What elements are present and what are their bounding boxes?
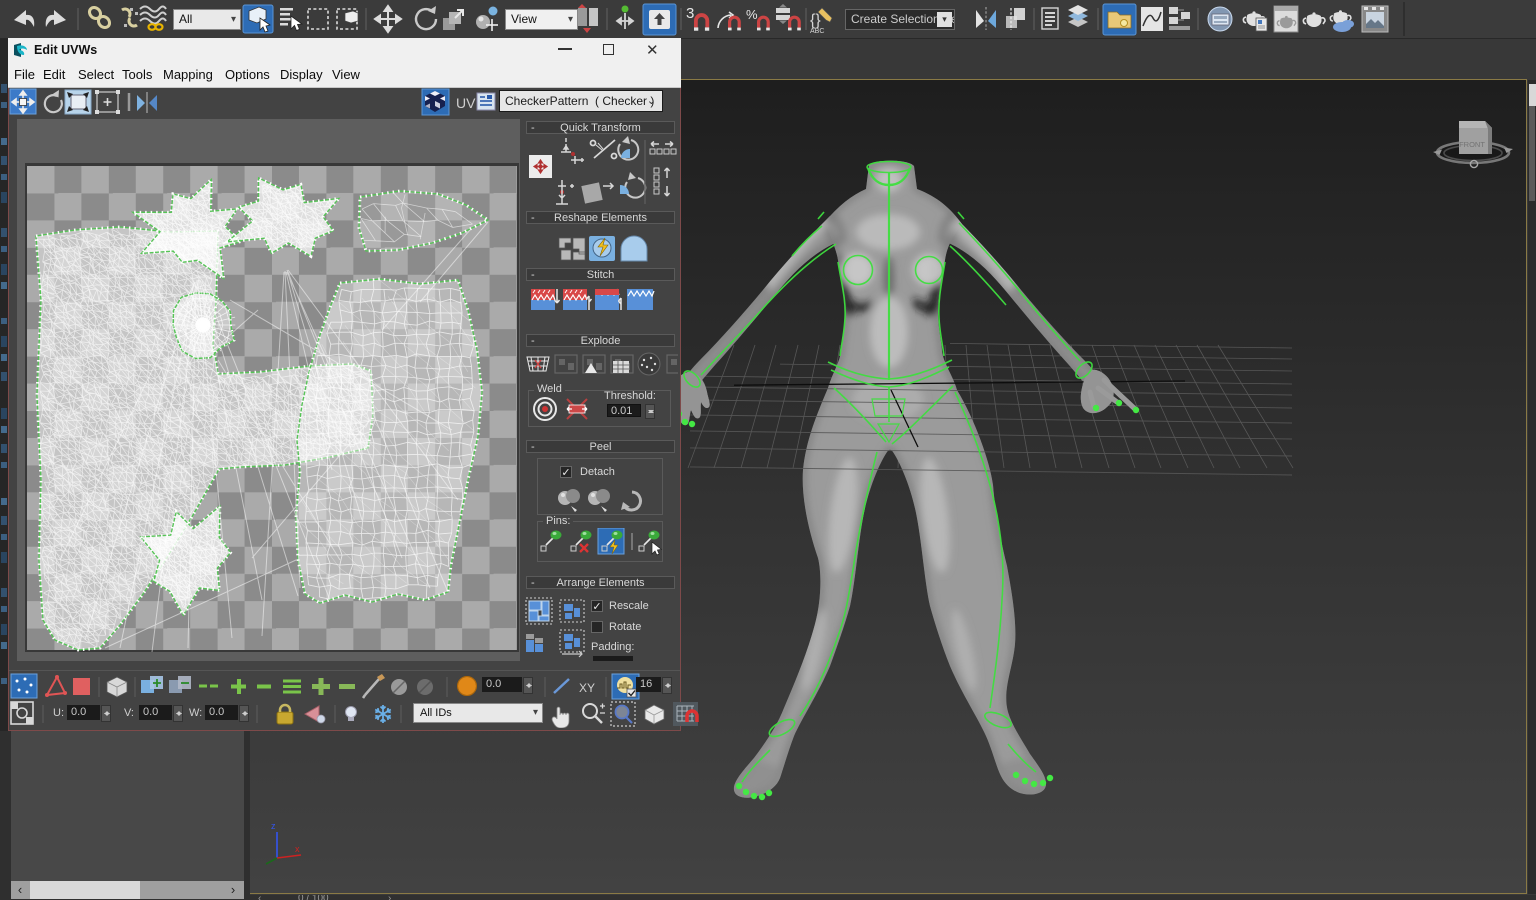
svg-text:FRONT: FRONT <box>1459 140 1485 149</box>
svg-text:z: z <box>271 821 276 831</box>
svg-text:UV: UV <box>456 95 476 111</box>
svg-text:3: 3 <box>686 5 694 22</box>
svg-text:x: x <box>295 844 300 854</box>
svg-text:ABC: ABC <box>810 28 824 35</box>
svg-text:{}: {} <box>810 12 821 29</box>
svg-text:XY: XY <box>579 681 595 695</box>
svg-text:%: % <box>746 7 758 22</box>
